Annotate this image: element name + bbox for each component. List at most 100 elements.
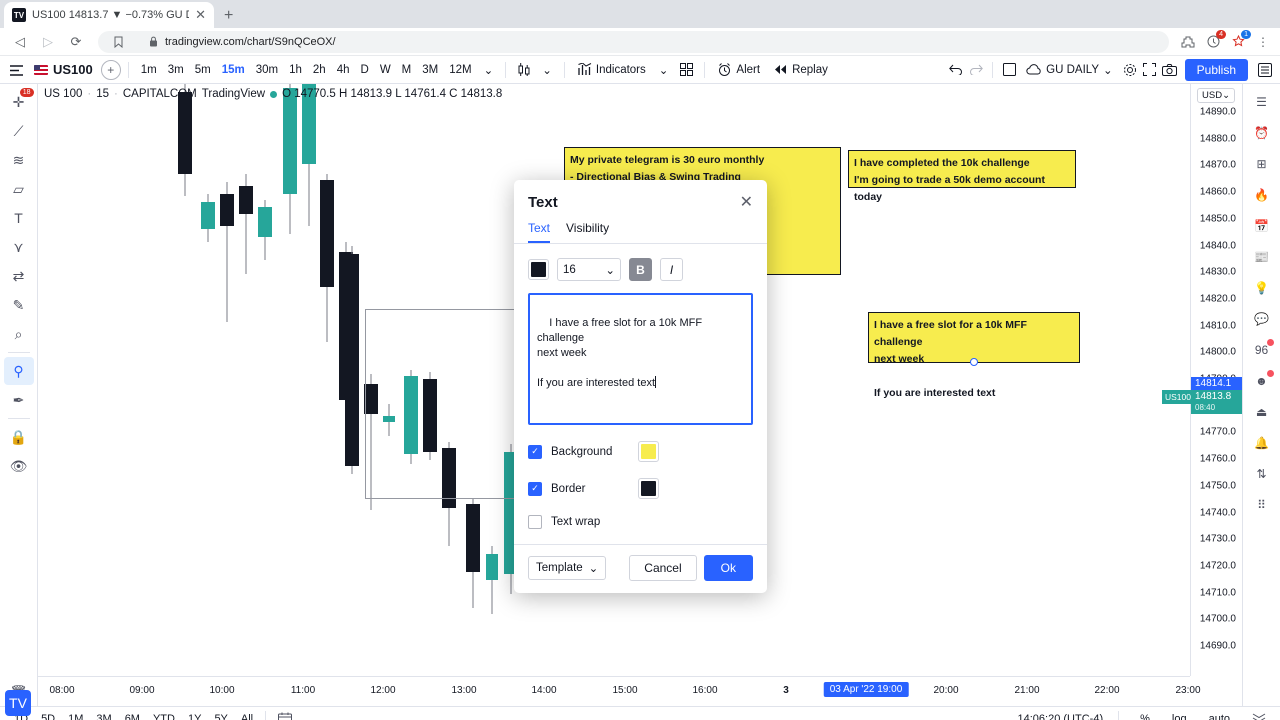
undo-icon[interactable]: [947, 61, 965, 79]
camera-icon[interactable]: [1161, 61, 1179, 79]
forward-icon[interactable]: ▷: [36, 30, 60, 54]
range-5D[interactable]: 5D: [35, 711, 61, 720]
reload-icon[interactable]: ⟳: [64, 30, 88, 54]
dialog-tab-visibility[interactable]: Visibility: [566, 217, 609, 243]
pitchfork-tool[interactable]: ⋎: [4, 233, 34, 261]
ideas-icon[interactable]: 💡: [1247, 274, 1277, 302]
timeframe-1h[interactable]: 1h: [284, 62, 307, 78]
range-5Y[interactable]: 5Y: [208, 711, 233, 720]
italic-button[interactable]: I: [660, 258, 683, 281]
reading-list-icon[interactable]: 4: [1204, 29, 1226, 51]
calendar-icon[interactable]: [272, 710, 298, 720]
text-input-textarea[interactable]: I have a free slot for a 10k MFF challen…: [528, 293, 753, 425]
collapse-panel-icon[interactable]: [1246, 711, 1272, 720]
new-tab-button[interactable]: +: [214, 7, 243, 28]
address-bar[interactable]: tradingview.com/chart/S9nQCeOX/: [98, 30, 1169, 53]
draw-mode-tool[interactable]: ✒: [4, 386, 34, 414]
text-tool[interactable]: T: [4, 204, 34, 232]
timeframe-more-button[interactable]: ⌄: [479, 61, 499, 79]
symbol-search-button[interactable]: US100: [28, 62, 99, 77]
watchlist-icon[interactable]: ☰: [1247, 88, 1277, 116]
hide-tool[interactable]: 👁: [4, 452, 34, 480]
timeframe-4h[interactable]: 4h: [332, 62, 355, 78]
cancel-button[interactable]: Cancel: [629, 555, 697, 581]
redo-icon[interactable]: [967, 61, 985, 79]
data-window-icon[interactable]: ⊞: [1247, 150, 1277, 178]
timeframe-30m[interactable]: 30m: [251, 62, 283, 78]
panel-icon[interactable]: [1256, 61, 1274, 79]
ok-button[interactable]: Ok: [703, 555, 753, 581]
measure-tool[interactable]: ⌕: [4, 320, 34, 348]
range-3M[interactable]: 3M: [90, 711, 117, 720]
currency-chip[interactable]: USD⌄: [1197, 88, 1236, 103]
alert-button[interactable]: Alert: [712, 60, 766, 80]
cursor-tool[interactable]: ✛ 18: [4, 88, 34, 116]
layout-icon[interactable]: [1000, 61, 1018, 79]
font-size-select[interactable]: 16 ⌄: [557, 258, 621, 281]
percent-scale-button[interactable]: %: [1134, 711, 1156, 720]
timeframe-5m[interactable]: 5m: [190, 62, 216, 78]
fullscreen-icon[interactable]: [1141, 61, 1159, 79]
log-scale-button[interactable]: log: [1166, 711, 1193, 720]
checkbox-border[interactable]: ✓: [528, 481, 542, 496]
publish-button[interactable]: Publish: [1184, 58, 1248, 81]
timeframe-D[interactable]: D: [356, 62, 374, 78]
replay-button[interactable]: Replay: [768, 61, 834, 79]
public-chat-icon[interactable]: 96: [1247, 336, 1277, 364]
timeframe-2h[interactable]: 2h: [308, 62, 331, 78]
note-free-slot[interactable]: I have a free slot for a 10k MFF challen…: [868, 312, 1080, 399]
save-layout-button[interactable]: GU DAILY ⌄: [1020, 60, 1118, 80]
arrow-tool[interactable]: ⇄: [4, 262, 34, 290]
stream-icon[interactable]: ⏏: [1247, 398, 1277, 426]
magnet-tool[interactable]: ⚲: [3, 357, 34, 385]
private-chat-icon[interactable]: ☻: [1247, 367, 1277, 395]
fib-tool[interactable]: ≋: [4, 146, 34, 174]
range-All[interactable]: All: [235, 711, 259, 720]
price-scale[interactable]: USD⌄ 14890.0 14880.0 14870.0 14860.0 14850.0…: [1162, 84, 1242, 676]
timeframe-1m[interactable]: 1m: [136, 62, 162, 78]
gear-icon[interactable]: [1121, 61, 1139, 79]
timeframe-12M[interactable]: 12M: [444, 62, 476, 78]
time-scale[interactable]: 08:00 09:00 10:00 11:00 12:00 13:00 14:00 15:00…: [38, 676, 1201, 706]
orders-icon[interactable]: ⇅: [1247, 460, 1277, 488]
tv-menu-icon[interactable]: [6, 61, 26, 79]
pattern-tool[interactable]: ▱: [4, 175, 34, 203]
profile-icon[interactable]: 1: [1229, 29, 1251, 51]
lock-tool[interactable]: 🔒: [4, 423, 34, 451]
alerts-icon[interactable]: ⏰: [1247, 119, 1277, 147]
note-challenge-complete[interactable]: I have completed the 10k challenge I'm go…: [848, 150, 1076, 203]
indicators-more-button[interactable]: ⌄: [654, 61, 674, 79]
add-symbol-button[interactable]: +: [100, 59, 121, 80]
timeframe-15m[interactable]: 15m: [217, 62, 250, 78]
checkbox-text-wrap[interactable]: [528, 515, 542, 529]
tradingview-logo-button[interactable]: TV: [5, 690, 31, 716]
close-icon[interactable]: ✕: [740, 194, 753, 211]
extensions-icon[interactable]: [1179, 33, 1197, 51]
notifications-icon[interactable]: 🔔: [1247, 429, 1277, 457]
grid-icon[interactable]: [675, 61, 697, 79]
timeframe-M[interactable]: M: [397, 62, 417, 78]
timeframe-W[interactable]: W: [375, 62, 396, 78]
calendar-icon[interactable]: 📅: [1247, 212, 1277, 240]
timeframe-3M[interactable]: 3M: [417, 62, 443, 78]
bold-button[interactable]: B: [629, 258, 652, 281]
checkbox-background[interactable]: ✓: [528, 444, 542, 459]
browser-menu-icon[interactable]: ⋮: [1254, 33, 1272, 51]
candlestick-icon[interactable]: [513, 61, 535, 79]
text-color-swatch[interactable]: [528, 259, 549, 280]
layout-caret-icon[interactable]: ⌄: [1103, 63, 1113, 77]
border-color-swatch[interactable]: [638, 478, 659, 499]
chart-type-more-button[interactable]: ⌄: [537, 61, 557, 79]
bookmark-icon[interactable]: [109, 33, 127, 51]
indicators-button[interactable]: Indicators: [572, 60, 652, 79]
browser-tab[interactable]: TV US100 14813.7 ▼ −0.73% GU D ✕: [4, 2, 214, 28]
range-1Y[interactable]: 1Y: [182, 711, 207, 720]
brush-tool[interactable]: ✎: [4, 291, 34, 319]
range-6M[interactable]: 6M: [119, 711, 146, 720]
back-icon[interactable]: ◁: [8, 30, 32, 54]
close-tab-icon[interactable]: ✕: [195, 7, 206, 23]
news-icon[interactable]: 📰: [1247, 243, 1277, 271]
apps-icon[interactable]: ⠿: [1247, 491, 1277, 519]
chat-icon[interactable]: 💬: [1247, 305, 1277, 333]
dialog-tab-text[interactable]: Text: [528, 217, 551, 243]
